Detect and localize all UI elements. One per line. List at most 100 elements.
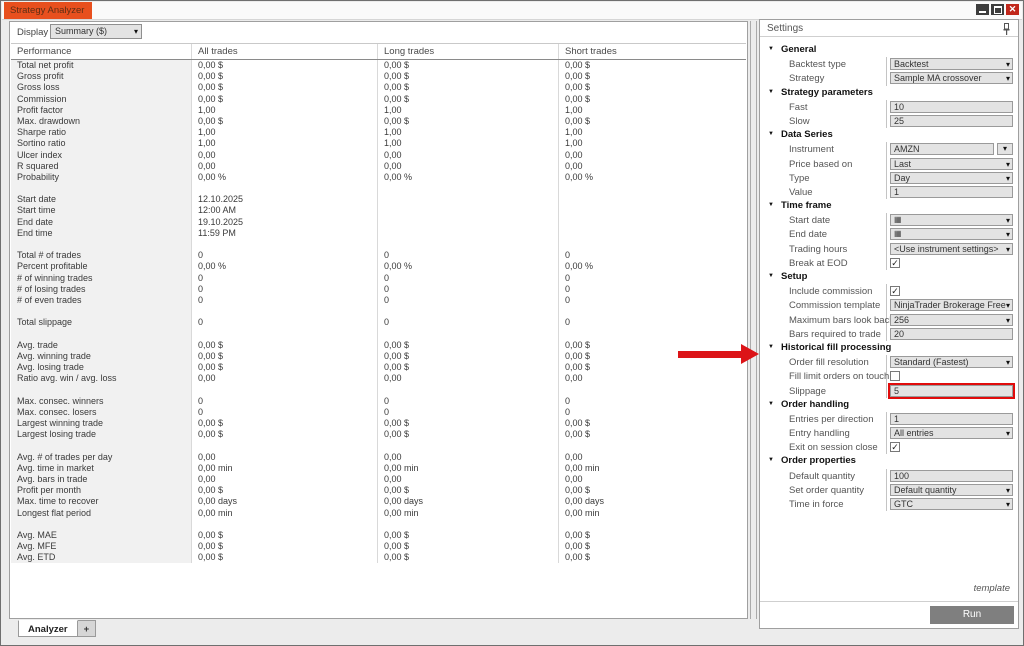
table-row[interactable]: Avg. trade0,00 $0,00 $0,00 $ <box>11 340 746 351</box>
setting-checkbox[interactable] <box>890 371 900 381</box>
setting-select[interactable]: Sample MA crossover▾ <box>890 72 1013 84</box>
table-row[interactable]: Max. consec. winners000 <box>11 396 746 407</box>
table-row[interactable]: Avg. bars in trade0,000,000,00 <box>11 474 746 485</box>
panel-splitter[interactable] <box>750 21 757 619</box>
table-row[interactable]: Commission0,00 $0,00 $0,00 $ <box>11 94 746 105</box>
maximize-button[interactable] <box>991 4 1004 15</box>
table-row[interactable]: Sortino ratio1,001,001,00 <box>11 138 746 149</box>
setting-input[interactable]: 100 <box>890 470 1013 482</box>
setting-input[interactable]: 1 <box>890 186 1013 198</box>
settings-section-data-series[interactable]: ▼Data Series <box>760 128 1018 142</box>
column-header-performance[interactable]: Performance <box>11 44 192 59</box>
setting-input[interactable]: 10 <box>890 101 1013 113</box>
table-row[interactable]: Start date12.10.2025 <box>11 194 746 205</box>
setting-combo-input[interactable]: AMZN <box>890 143 994 155</box>
table-row[interactable]: Max. time to recover0,00 days0,00 days0,… <box>11 496 746 507</box>
settings-section-time-frame[interactable]: ▼Time frame <box>760 199 1018 213</box>
setting-select[interactable]: 256▾ <box>890 314 1013 326</box>
table-row[interactable]: Start time12:00 AM <box>11 205 746 216</box>
table-row[interactable] <box>11 519 746 530</box>
settings-section-order-properties[interactable]: ▼Order properties <box>760 454 1018 468</box>
setting-field-wrap: 10 <box>890 101 1013 113</box>
setting-input[interactable]: 25 <box>890 115 1013 127</box>
setting-select[interactable]: Standard (Fastest)▾ <box>890 356 1013 368</box>
column-header-all-trades[interactable]: All trades <box>192 44 378 59</box>
table-row[interactable]: Gross loss0,00 $0,00 $0,00 $ <box>11 82 746 93</box>
column-header-long-trades[interactable]: Long trades <box>378 44 559 59</box>
setting-checkbox[interactable]: ✓ <box>890 286 900 296</box>
table-row[interactable]: Total net profit0,00 $0,00 $0,00 $ <box>11 60 746 71</box>
table-row[interactable]: Avg. # of trades per day0,000,000,00 <box>11 452 746 463</box>
setting-input[interactable]: 20 <box>890 328 1013 340</box>
table-row[interactable]: Longest flat period0,00 min0,00 min0,00 … <box>11 508 746 519</box>
setting-select[interactable]: <Use instrument settings>▾ <box>890 243 1013 255</box>
settings-section-order-handling[interactable]: ▼Order handling <box>760 398 1018 412</box>
settings-section-historical-fill-processing[interactable]: ▼Historical fill processing <box>760 341 1018 355</box>
table-row[interactable]: Max. consec. losers000 <box>11 407 746 418</box>
display-dropdown-value: Summary ($) <box>55 26 107 36</box>
table-row[interactable]: End time11:59 PM <box>11 228 746 239</box>
setting-select[interactable]: GTC▾ <box>890 498 1013 510</box>
template-link[interactable]: template <box>974 583 1010 594</box>
cell-all-trades: 0,00 $ <box>192 60 378 71</box>
setting-select[interactable]: Day▾ <box>890 172 1013 184</box>
setting-select[interactable]: All entries▾ <box>890 427 1013 439</box>
setting-input[interactable]: 1 <box>890 413 1013 425</box>
table-row[interactable] <box>11 329 746 340</box>
table-row[interactable]: Avg. losing trade0,00 $0,00 $0,00 $ <box>11 362 746 373</box>
setting-select[interactable]: Last▾ <box>890 158 1013 170</box>
column-header-short-trades[interactable]: Short trades <box>559 44 746 59</box>
table-row[interactable]: Avg. winning trade0,00 $0,00 $0,00 $ <box>11 351 746 362</box>
cell-all-trades: 0,00 $ <box>192 351 378 362</box>
table-row[interactable]: R squared0,000,000,00 <box>11 161 746 172</box>
table-row[interactable]: Avg. MAE0,00 $0,00 $0,00 $ <box>11 530 746 541</box>
setting-select[interactable]: ▦31.12.2024▾ <box>890 228 1013 240</box>
table-row[interactable]: Avg. MFE0,00 $0,00 $0,00 $ <box>11 541 746 552</box>
table-row[interactable] <box>11 306 746 317</box>
table-row[interactable]: Gross profit0,00 $0,00 $0,00 $ <box>11 71 746 82</box>
table-row[interactable] <box>11 440 746 451</box>
setting-select[interactable]: ▦01.01.2014▾ <box>890 214 1013 226</box>
settings-section-strategy-parameters[interactable]: ▼Strategy parameters <box>760 86 1018 100</box>
table-row[interactable]: Probability0,00 %0,00 %0,00 % <box>11 172 746 183</box>
setting-select[interactable]: NinjaTrader Brokerage Free▾ <box>890 299 1013 311</box>
table-row[interactable]: Ratio avg. win / avg. loss0,000,000,00 <box>11 373 746 384</box>
table-row[interactable]: Profit per month0,00 $0,00 $0,00 $ <box>11 485 746 496</box>
table-row[interactable]: # of winning trades000 <box>11 273 746 284</box>
chevron-down-icon: ▾ <box>1006 160 1010 169</box>
table-row[interactable]: Ulcer index0,000,000,00 <box>11 150 746 161</box>
table-row[interactable]: Largest winning trade0,00 $0,00 $0,00 $ <box>11 418 746 429</box>
table-row[interactable]: Profit factor1,001,001,00 <box>11 105 746 116</box>
close-button[interactable]: ✕ <box>1006 4 1019 15</box>
minimize-button[interactable] <box>976 4 989 15</box>
row-label <box>11 306 192 317</box>
table-row[interactable]: # of even trades000 <box>11 295 746 306</box>
setting-input[interactable]: 5 <box>890 385 1013 397</box>
table-row[interactable]: Max. drawdown0,00 $0,00 $0,00 $ <box>11 116 746 127</box>
table-row[interactable]: End date19.10.2025 <box>11 217 746 228</box>
settings-section-setup[interactable]: ▼Setup <box>760 270 1018 284</box>
table-row[interactable]: Percent profitable0,00 %0,00 %0,00 % <box>11 261 746 272</box>
display-dropdown[interactable]: Summary ($) ▾ <box>50 24 142 39</box>
table-row[interactable]: Avg. time in market0,00 min0,00 min0,00 … <box>11 463 746 474</box>
table-row[interactable] <box>11 384 746 395</box>
setting-value: 31.12.2024 <box>894 239 939 240</box>
table-row[interactable]: Sharpe ratio1,001,001,00 <box>11 127 746 138</box>
window-title-tab[interactable]: Strategy Analyzer <box>4 2 92 19</box>
setting-checkbox[interactable]: ✓ <box>890 258 900 268</box>
tab-analyzer[interactable]: Analyzer <box>18 620 78 637</box>
run-button[interactable]: Run <box>930 606 1014 624</box>
setting-select[interactable]: Default quantity▾ <box>890 484 1013 496</box>
table-row[interactable]: # of losing trades000 <box>11 284 746 295</box>
setting-select[interactable]: Backtest▾ <box>890 58 1013 70</box>
add-tab-button[interactable]: + <box>78 620 97 637</box>
settings-section-general[interactable]: ▼General <box>760 43 1018 57</box>
table-row[interactable]: Total slippage000 <box>11 317 746 328</box>
table-row[interactable] <box>11 183 746 194</box>
setting-checkbox[interactable]: ✓ <box>890 442 900 452</box>
table-row[interactable] <box>11 239 746 250</box>
table-row[interactable]: Largest losing trade0,00 $0,00 $0,00 $ <box>11 429 746 440</box>
table-row[interactable]: Total # of trades000 <box>11 250 746 261</box>
combo-dropdown-button[interactable]: ▾ <box>997 143 1013 155</box>
table-row[interactable]: Avg. ETD0,00 $0,00 $0,00 $ <box>11 552 746 563</box>
